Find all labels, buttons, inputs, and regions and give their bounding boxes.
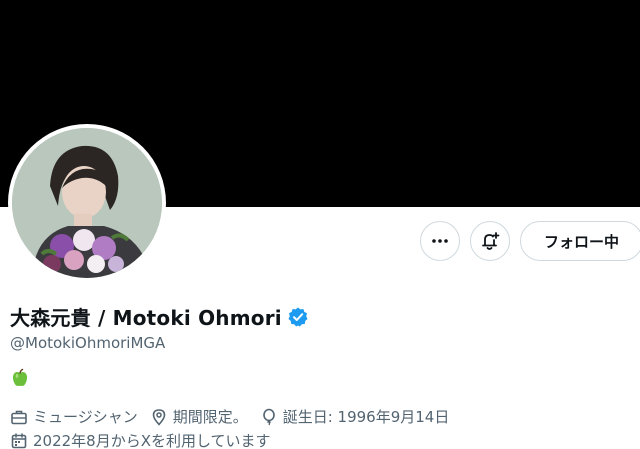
birthday-item: 誕生日: 1996年9月14日 [260,406,450,427]
verified-badge-icon[interactable] [287,306,309,328]
category-item: ミュージシャン [10,406,138,427]
green-apple-icon [12,368,28,386]
following-button[interactable]: フォロー中 [520,221,640,261]
more-button[interactable] [420,221,460,261]
briefcase-icon [11,410,27,424]
profile-meta: ミュージシャン 期間限定。 誕生日: 1996年9月14日 [10,406,461,427]
display-name: 大森元貴 / Motoki Ohmori [10,306,282,330]
joined-text: 2022年8月からXを利用しています [33,432,271,449]
joined-item: 2022年8月からXを利用しています [10,430,271,449]
location-pin-icon [152,408,166,426]
category-text: ミュージシャン [33,408,138,426]
more-icon [432,239,448,243]
avatar[interactable] [8,124,166,282]
birthday-text: 誕生日: 1996年9月14日 [282,408,450,426]
bell-plus-icon [482,232,500,250]
notify-button[interactable] [470,221,510,261]
location-text: 期間限定。 [172,408,248,426]
name-row: 大森元貴 / Motoki Ohmori [10,302,309,331]
avatar-photo [12,128,162,278]
handle: @MotokiOhmoriMGA [10,334,166,352]
location-item: 期間限定。 [150,406,248,427]
joined-row: 2022年8月からXを利用しています [10,430,283,449]
avatar-image [12,128,162,278]
balloon-icon [262,408,275,425]
calendar-icon [11,432,27,448]
